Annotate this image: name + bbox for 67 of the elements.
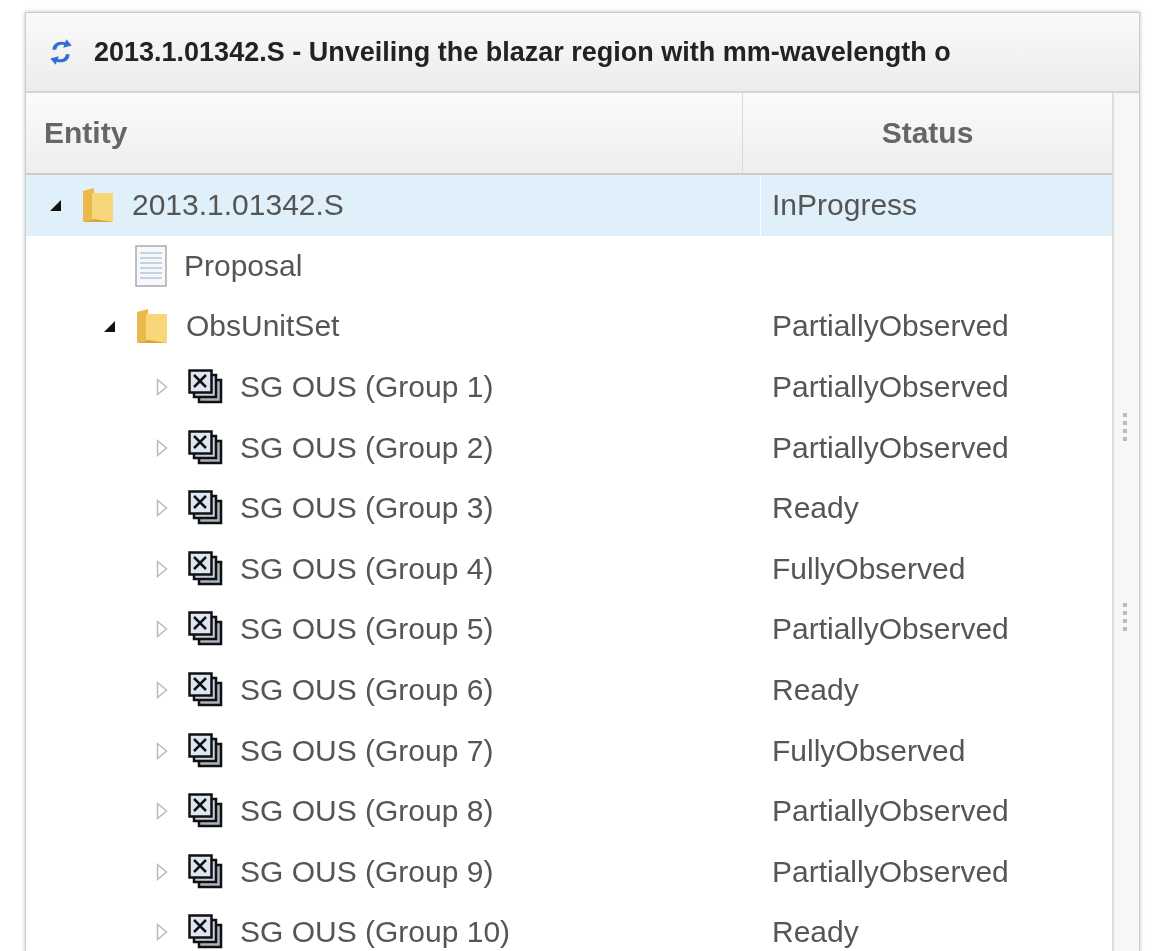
tree-row[interactable]: Proposal [26, 235, 1113, 297]
stacked-pages-icon [188, 732, 224, 769]
stacked-pages-icon [188, 611, 224, 648]
collapsed-arrow-icon[interactable] [156, 741, 168, 760]
stacked-pages-icon [188, 369, 224, 406]
tree-row[interactable]: ObsUnitSet PartiallyObserved [26, 296, 1113, 357]
tree-row[interactable]: 2013.1.01342.S InProgress [26, 175, 1113, 236]
column-header[interactable]: Status [743, 93, 1113, 173]
entity-name: ObsUnitSet [186, 309, 340, 344]
status-text: PartiallyObserved [772, 612, 1009, 647]
tree-row[interactable]: SG OUS (Group 4) FullyObserved [26, 538, 1113, 600]
entity-name: 2013.1.01342.S [132, 188, 344, 223]
collapsed-arrow-icon[interactable] [156, 681, 168, 700]
tree-row[interactable]: SG OUS (Group 3) Ready [26, 477, 1113, 539]
status-text: FullyObserved [772, 733, 966, 768]
status-text: Ready [772, 673, 859, 708]
tree-row[interactable]: SG OUS (Group 7) FullyObserved [26, 720, 1113, 781]
stacked-pages-icon [188, 672, 224, 709]
status-text: PartiallyObserved [772, 430, 1009, 465]
status-text: FullyObserved [772, 551, 966, 586]
entity-name: SG OUS (Group 3) [240, 491, 494, 526]
stacked-pages-icon [188, 429, 224, 466]
entity-name: SG OUS (Group 8) [240, 794, 494, 829]
column-header[interactable]: Entity [26, 93, 743, 173]
stacked-pages-icon [188, 490, 224, 527]
collapsed-arrow-icon[interactable] [156, 559, 168, 578]
tree-row[interactable]: SG OUS (Group 2) PartiallyObserved [26, 417, 1113, 478]
status-text: Ready [772, 915, 859, 950]
status-text: PartiallyObserved [772, 309, 1009, 344]
refresh-icon[interactable] [48, 37, 74, 67]
entity-name: SG OUS (Group 6) [240, 673, 494, 708]
collapsed-arrow-icon[interactable] [156, 802, 168, 821]
expanded-arrow-icon[interactable] [48, 198, 62, 213]
stacked-pages-icon [188, 914, 224, 951]
tree-row[interactable]: SG OUS (Group 8) PartiallyObserved [26, 780, 1113, 842]
collapsed-arrow-icon[interactable] [156, 438, 168, 457]
entity-name: SG OUS (Group 9) [240, 854, 494, 889]
entity-name: SG OUS (Group 7) [240, 733, 494, 768]
collapsed-arrow-icon[interactable] [156, 620, 168, 639]
entity-name: SG OUS (Group 5) [240, 612, 494, 647]
window-title: 2013.1.01342.S - Unveiling the blazar region with mm-wavelength o [94, 36, 951, 68]
status-text: InProgress [772, 188, 918, 223]
document-icon [134, 244, 168, 287]
status-text: Ready [772, 491, 859, 526]
entity-name: SG OUS (Group 1) [240, 370, 494, 405]
status-text: PartiallyObserved [772, 370, 1009, 405]
tree-row[interactable]: SG OUS (Group 1) PartiallyObserved [26, 356, 1113, 418]
stacked-pages-icon [188, 793, 224, 830]
tree-row[interactable]: SG OUS (Group 10) Ready [26, 902, 1113, 951]
expanded-arrow-icon[interactable] [102, 319, 116, 334]
stacked-pages-icon [188, 853, 224, 890]
tree-row[interactable]: SG OUS (Group 9) PartiallyObserved [26, 841, 1113, 903]
grip-icon[interactable] [1123, 603, 1128, 631]
entity-name: SG OUS (Group 4) [240, 551, 494, 586]
status-text: PartiallyObserved [772, 794, 1009, 829]
entity-name: Proposal [184, 248, 303, 283]
collapsed-arrow-icon[interactable] [156, 378, 168, 397]
tree-row[interactable]: SG OUS (Group 5) PartiallyObserved [26, 599, 1113, 660]
grip-icon[interactable] [1123, 413, 1128, 441]
collapsed-arrow-icon[interactable] [156, 923, 168, 942]
collapsed-arrow-icon[interactable] [156, 862, 168, 881]
entity-name: SG OUS (Group 2) [240, 430, 494, 465]
stacked-pages-icon [188, 550, 224, 587]
status-text: PartiallyObserved [772, 854, 1009, 889]
entity-name: SG OUS (Group 10) [240, 915, 511, 950]
collapsed-arrow-icon[interactable] [156, 499, 168, 518]
tree-row[interactable]: SG OUS (Group 6) Ready [26, 659, 1113, 721]
